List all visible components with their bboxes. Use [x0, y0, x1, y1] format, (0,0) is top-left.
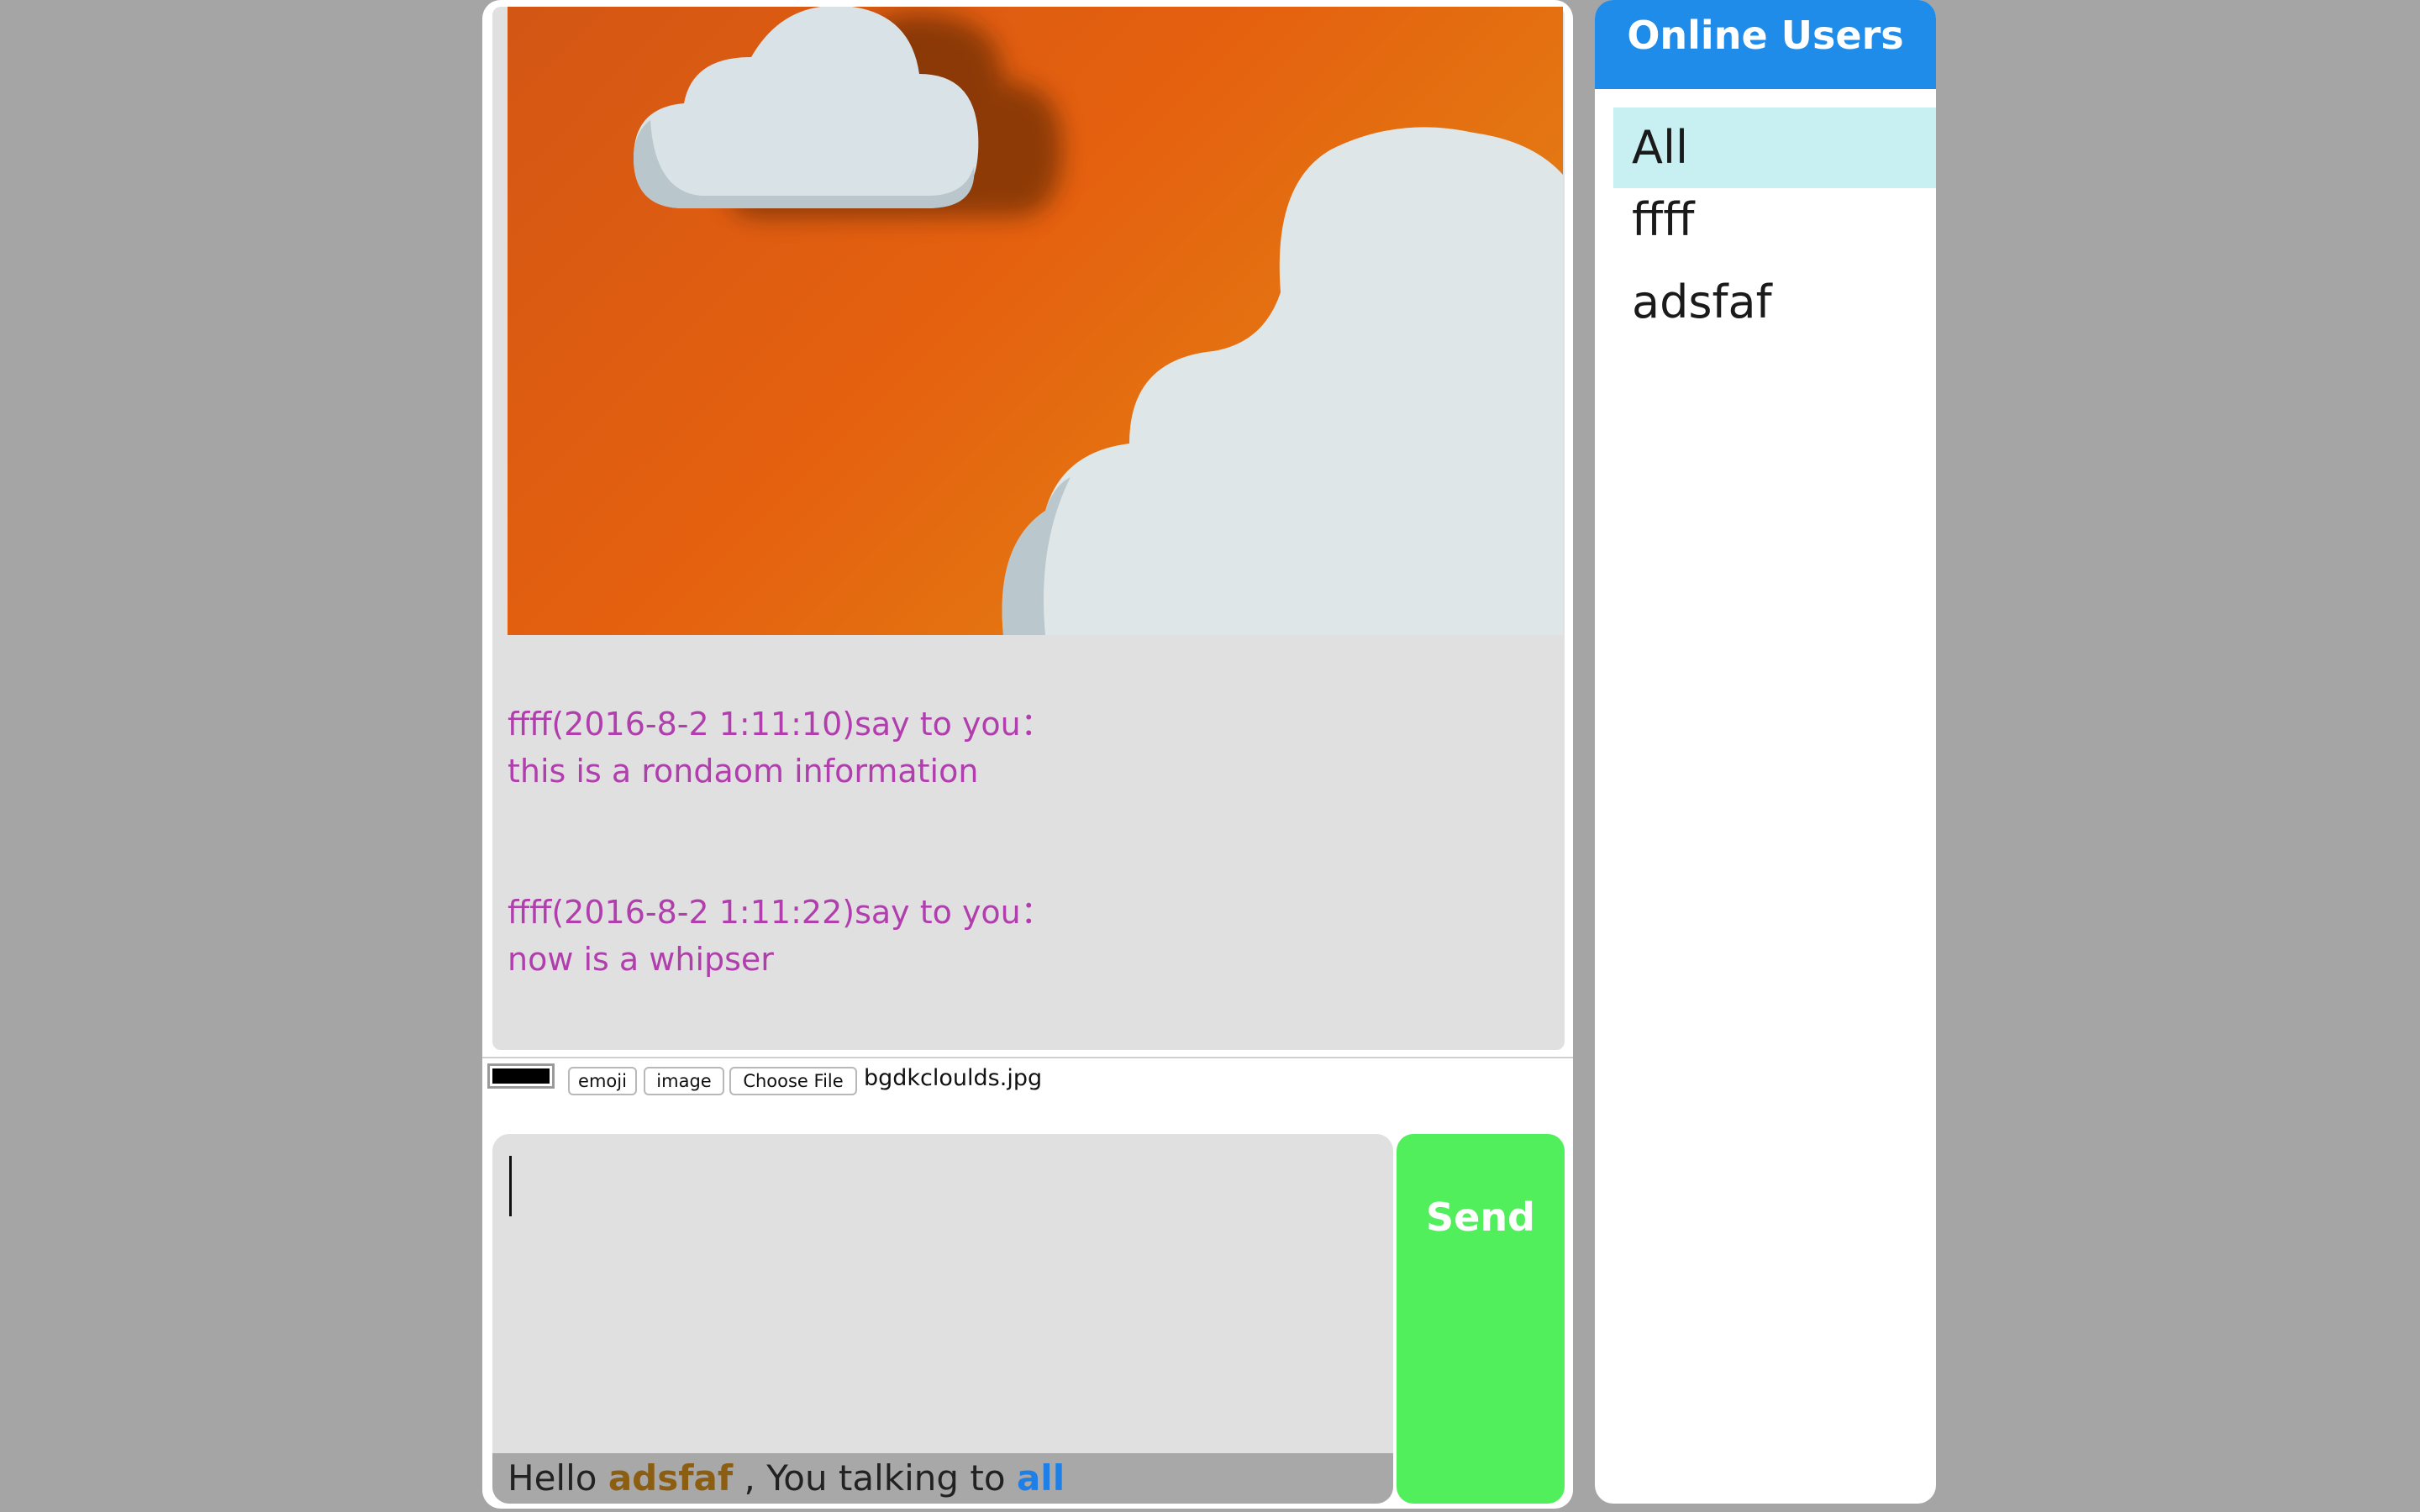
choose-file-button[interactable]: Choose File: [729, 1067, 857, 1095]
image-button[interactable]: image: [644, 1067, 724, 1095]
emoji-button[interactable]: emoji: [568, 1067, 637, 1095]
message-body: this is a rondaom information: [508, 753, 979, 790]
chat-panel: ffff(2016-8-2 1:11:10)say to you： this i…: [482, 0, 1573, 1509]
shared-image[interactable]: [508, 7, 1563, 635]
user-item-all[interactable]: All: [1613, 108, 1936, 188]
status-separator: ,: [733, 1457, 767, 1499]
chat-target: all: [1016, 1457, 1065, 1499]
toolbar-divider: [482, 1057, 1573, 1058]
current-username: adsfaf: [608, 1457, 734, 1499]
message-header: ffff(2016-8-2 1:11:10)say to you：: [508, 706, 1053, 743]
text-cursor: [509, 1156, 512, 1216]
cloud-illustration: [634, 7, 1563, 635]
message-area[interactable]: ffff(2016-8-2 1:11:10)say to you： this i…: [492, 7, 1565, 1050]
message-input[interactable]: [492, 1134, 1393, 1453]
chat-message: ffff(2016-8-2 1:11:10)say to you： this i…: [508, 701, 1053, 795]
send-button[interactable]: Send: [1397, 1134, 1565, 1504]
selected-file-name: bgdkcloulds.jpg: [864, 1065, 1043, 1091]
online-users-title: Online Users: [1595, 0, 1936, 89]
user-item-ffff[interactable]: ffff: [1613, 180, 1936, 260]
color-swatch: [492, 1068, 550, 1084]
greeting-text: Hello: [508, 1457, 597, 1499]
status-bar: Hello adsfaf , You talking to all: [492, 1453, 1393, 1504]
talking-to-label: You talking to: [766, 1457, 1006, 1499]
online-users-panel: Online Users All ffff adsfaf: [1595, 0, 1936, 1504]
message-body: now is a whipser: [508, 941, 774, 978]
chat-message: ffff(2016-8-2 1:11:22)say to you： now is…: [508, 889, 1053, 983]
user-item-adsfaf[interactable]: adsfaf: [1613, 262, 1936, 343]
message-input-wrap: Hello adsfaf , You talking to all: [492, 1134, 1393, 1504]
color-picker[interactable]: [487, 1063, 555, 1089]
message-header: ffff(2016-8-2 1:11:22)say to you：: [508, 894, 1053, 931]
